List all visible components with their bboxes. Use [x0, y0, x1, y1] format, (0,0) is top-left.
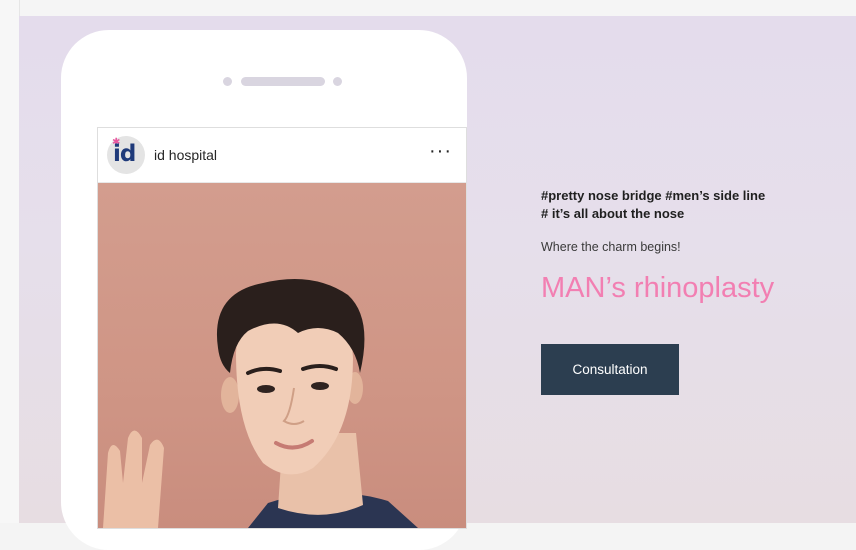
instagram-post: ✱ id id hospital ···: [97, 127, 467, 529]
post-header: ✱ id id hospital ···: [98, 128, 466, 183]
hashtags-line-1: #pretty nose bridge #men’s side line: [541, 188, 766, 203]
hashtags: #pretty nose bridge #men’s side line # i…: [541, 187, 831, 223]
post-photo: [98, 183, 466, 528]
headline: MAN’s rhinoplasty: [541, 272, 775, 304]
phone-sensor-dot: [333, 77, 342, 86]
id-hospital-logo: id: [113, 141, 136, 167]
account-name[interactable]: id hospital: [154, 147, 217, 163]
phone-speaker: [241, 77, 325, 86]
model-portrait: [103, 279, 418, 528]
avatar[interactable]: ✱ id: [107, 136, 145, 174]
left-margin: [0, 0, 20, 523]
tagline: Where the charm begins!: [541, 240, 681, 254]
hashtags-line-2: # it’s all about the nose: [541, 206, 685, 221]
top-margin: [0, 0, 856, 16]
consultation-button[interactable]: Consultation: [541, 344, 679, 395]
more-dots-icon[interactable]: ···: [429, 140, 452, 163]
phone-camera-dot: [223, 77, 232, 86]
